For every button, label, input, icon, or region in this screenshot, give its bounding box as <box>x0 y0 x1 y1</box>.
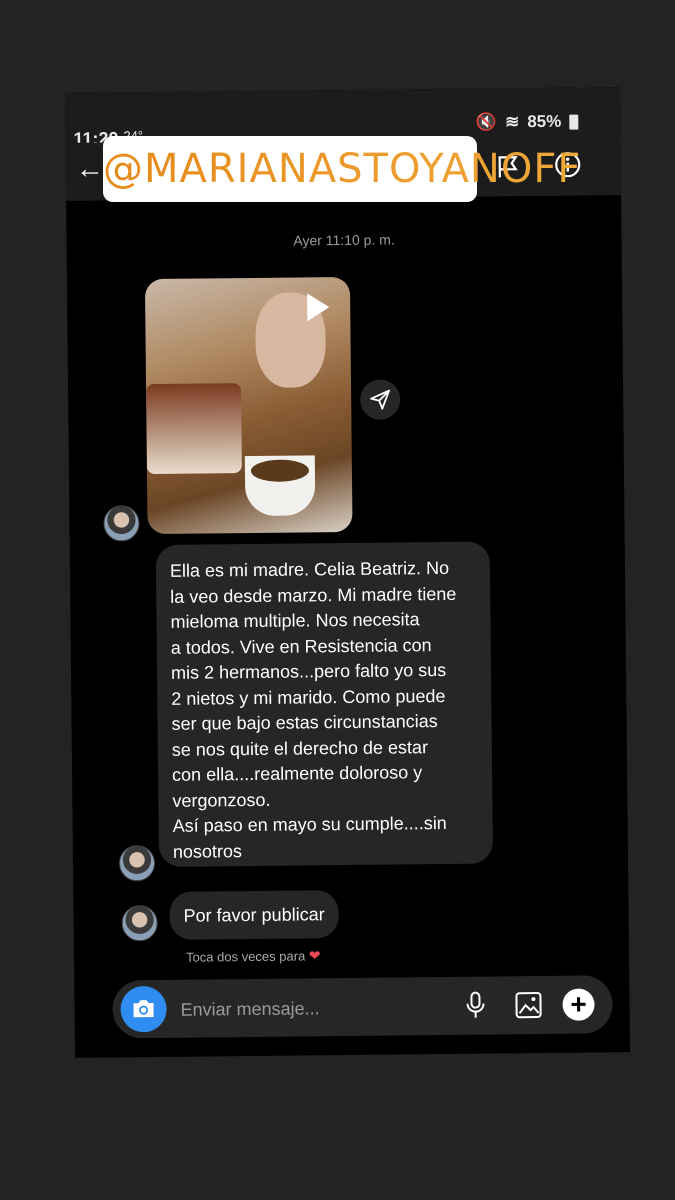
gallery-icon[interactable] <box>514 991 542 1019</box>
sender-avatar[interactable] <box>103 505 140 542</box>
microphone-icon[interactable] <box>464 991 486 1021</box>
back-arrow-icon[interactable]: ← <box>76 153 104 185</box>
message-composer: + <box>112 975 613 1039</box>
paper-plane-icon <box>370 389 390 410</box>
video-message-thumbnail[interactable] <box>144 276 353 535</box>
message-text: Ella es mi madre. Celia Beatriz. No la v… <box>169 557 457 862</box>
username-tag-sticker: @MARIANASTOYANOFF <box>103 136 580 202</box>
message-text: Por favor publicar <box>183 904 325 926</box>
username-tag-text: @MARIANASTOYANOFF <box>103 146 582 192</box>
battery-icon <box>569 114 579 130</box>
message-timestamp: Ayer 11:10 p. m. <box>293 231 395 249</box>
video-cake <box>146 383 242 475</box>
mute-icon: 🔇 <box>475 112 498 132</box>
heart-icon: ❤ <box>308 947 321 964</box>
message-bubble[interactable]: Por favor publicar <box>169 890 339 940</box>
more-options-plus-button[interactable]: + <box>562 988 595 1021</box>
sender-avatar[interactable] <box>118 845 156 882</box>
status-bar: 11:20 24° 🔇 ≋ 85% <box>64 87 621 149</box>
phone-screenshot: 11:20 24° 🔇 ≋ 85% ← Ayer 11:10 p. m. <box>64 87 631 1058</box>
status-icons: 🔇 ≋ 85% <box>476 112 579 133</box>
double-tap-like-hint: Toca dos veces para ❤ <box>186 947 321 965</box>
message-bubble[interactable]: Ella es mi madre. Celia Beatriz. No la v… <box>155 541 494 867</box>
like-hint-text: Toca dos veces para <box>185 948 306 965</box>
camera-icon <box>133 1000 154 1018</box>
camera-button[interactable] <box>120 985 167 1033</box>
wifi-icon: ≋ <box>504 112 520 132</box>
sender-avatar[interactable] <box>121 905 158 942</box>
battery-percent: 85% <box>527 111 562 132</box>
message-input[interactable] <box>178 993 423 1024</box>
share-button[interactable] <box>359 379 401 420</box>
play-icon[interactable] <box>307 293 330 322</box>
